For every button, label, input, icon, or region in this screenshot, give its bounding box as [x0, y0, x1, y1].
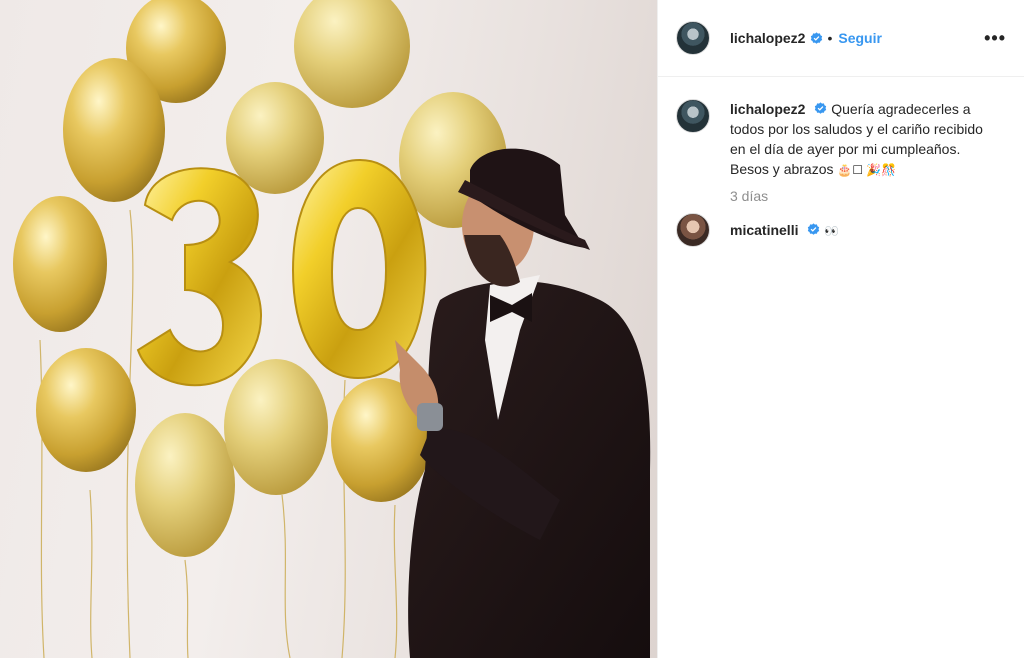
comments-section: lichalopez2 Quería agradecerles a todos … — [658, 77, 1024, 247]
caption-emojis: 🎂☐ 🎉🎊 — [837, 163, 897, 177]
comment-row: micatinelli 👀 — [676, 213, 1006, 247]
verified-badge-icon — [811, 31, 823, 44]
verified-badge-icon — [808, 222, 820, 235]
post-photo[interactable] — [0, 0, 657, 658]
comment-emoji: 👀 — [824, 223, 840, 238]
comment-body: micatinelli 👀 — [730, 220, 1000, 241]
commenter-avatar[interactable] — [676, 213, 710, 247]
post-photo-art — [13, 0, 651, 658]
author-avatar[interactable] — [676, 21, 710, 55]
post-header: lichalopez2 • Seguir ••• — [658, 0, 1024, 77]
post-timestamp[interactable]: 3 días — [730, 188, 1006, 204]
verified-badge-icon — [815, 102, 827, 114]
instagram-post: lichalopez2 • Seguir ••• lichalopez2 Que… — [0, 0, 1024, 658]
author-username[interactable]: lichalopez2 — [730, 30, 805, 46]
commenter-username[interactable]: micatinelli — [730, 222, 798, 238]
caption-body: lichalopez2 Quería agradecerles a todos … — [730, 99, 1000, 180]
caption-author-avatar[interactable] — [676, 99, 710, 133]
post-sidebar: lichalopez2 • Seguir ••• lichalopez2 Que… — [657, 0, 1024, 658]
caption-row: lichalopez2 Quería agradecerles a todos … — [676, 99, 1006, 180]
caption-author-username[interactable]: lichalopez2 — [730, 101, 805, 117]
more-options-icon[interactable]: ••• — [984, 28, 1006, 49]
header-separator: • — [827, 30, 833, 46]
follow-button[interactable]: Seguir — [838, 30, 882, 46]
